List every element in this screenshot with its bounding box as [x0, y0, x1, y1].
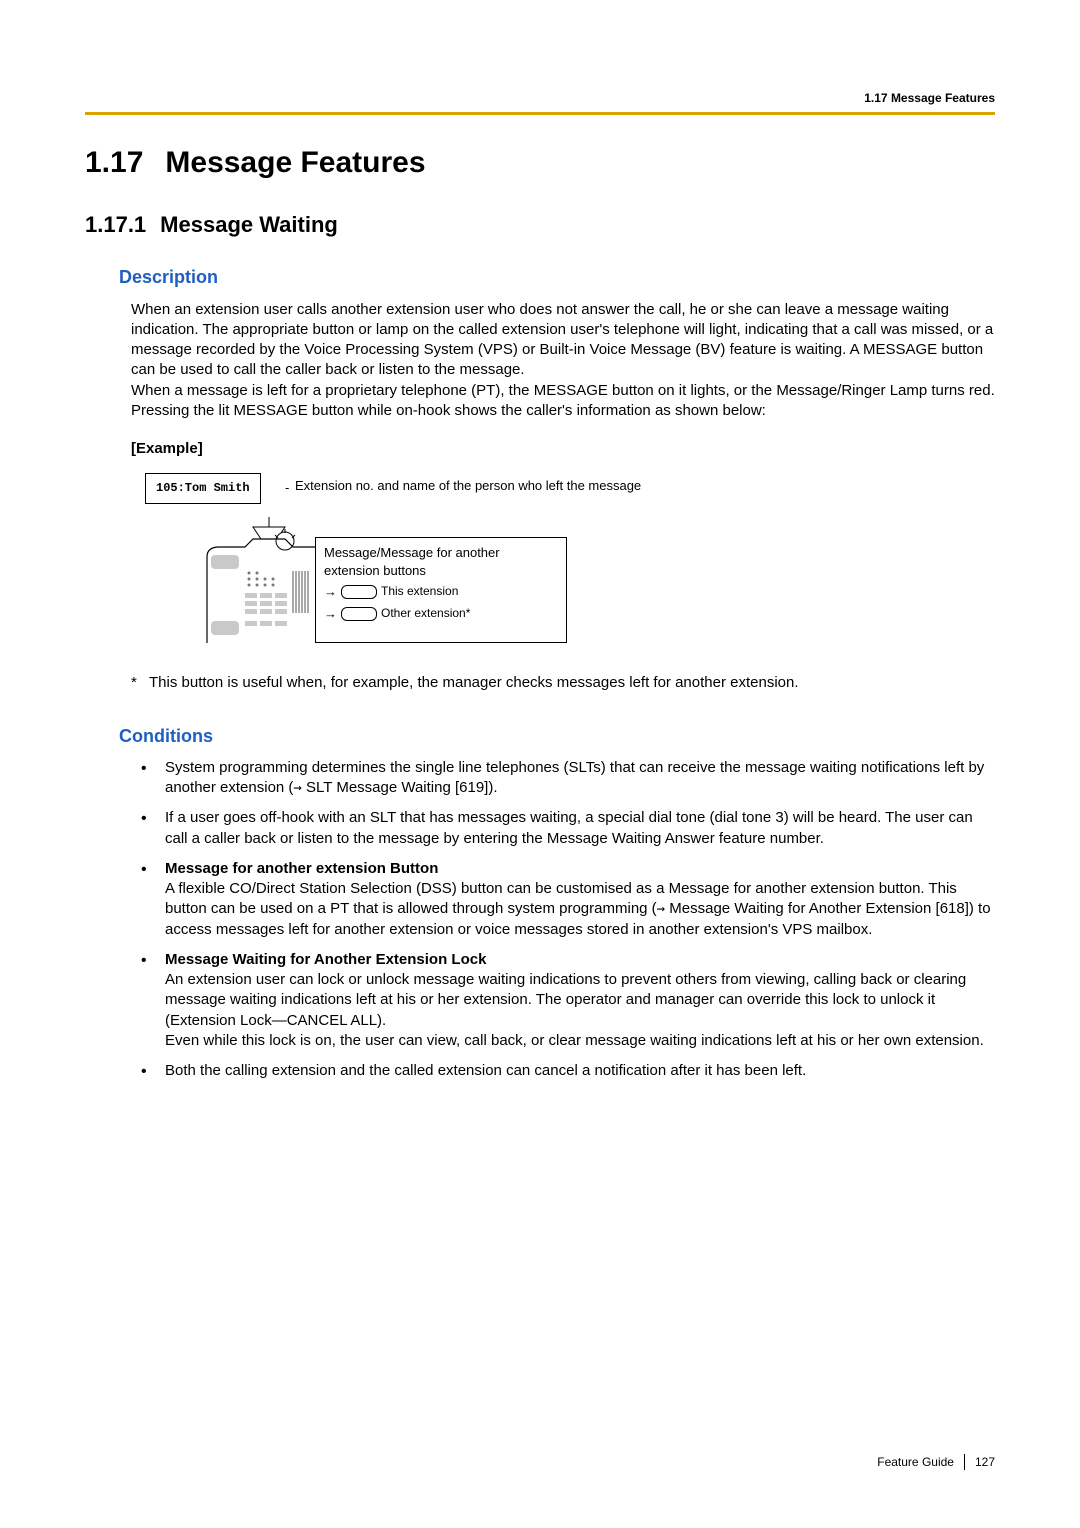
footer-guide-label: Feature Guide: [877, 1454, 954, 1470]
subsection-title: 1.17.1 Message Waiting: [85, 210, 995, 240]
subsection-text: Message Waiting: [160, 212, 338, 237]
manual-page: 1.17 Message Features 1.17 Message Featur…: [0, 0, 1080, 1528]
button-icon: [341, 585, 377, 599]
message-box-title: Message/Message for another extension bu…: [324, 544, 558, 579]
condition-item: Message for another extension Button A f…: [131, 859, 995, 940]
condition-subtitle: Message for another extension Button: [165, 860, 438, 877]
this-extension-row: → This extension: [324, 582, 558, 602]
arrow-icon: →: [324, 605, 337, 623]
other-extension-label: Other extension*: [381, 605, 470, 621]
condition-item: If a user goes off-hook with an SLT that…: [131, 808, 995, 849]
diagram-footnote: * This button is useful when, for exampl…: [131, 673, 995, 693]
condition-text: System programming determines the single…: [165, 759, 984, 796]
lcd-display-box: 105:Tom Smith: [145, 473, 261, 503]
condition-text: Both the calling extension and the calle…: [165, 1062, 806, 1079]
this-extension-label: This extension: [381, 583, 458, 599]
condition-item: System programming determines the single…: [131, 758, 995, 799]
subsection-number: 1.17.1: [85, 212, 146, 237]
lcd-description: Extension no. and name of the person who…: [295, 477, 641, 495]
conditions-list: System programming determines the single…: [131, 758, 995, 1082]
header-rule: [85, 112, 995, 115]
arrow-icon: →: [293, 779, 301, 798]
condition-text: An extension user can lock or unlock mes…: [165, 971, 984, 1049]
condition-text: SLT Message Waiting [619]).: [302, 779, 498, 796]
condition-item: Message Waiting for Another Extension Lo…: [131, 950, 995, 1051]
footer-separator: [964, 1454, 965, 1470]
section-text: Message Features: [165, 146, 425, 179]
footnote-star: *: [131, 673, 149, 693]
description-heading: Description: [119, 265, 995, 289]
section-title: 1.17 Message Features: [85, 143, 995, 184]
condition-text: If a user goes off-hook with an SLT that…: [165, 809, 973, 846]
arrow-icon: →: [657, 900, 665, 919]
condition-item: Both the calling extension and the calle…: [131, 1061, 995, 1081]
conditions-heading: Conditions: [119, 724, 995, 748]
page-footer: Feature Guide 127: [877, 1454, 995, 1470]
callout-dash: -: [285, 479, 289, 497]
condition-subtitle: Message Waiting for Another Extension Lo…: [165, 951, 486, 968]
section-number: 1.17: [85, 146, 143, 179]
message-button-box: Message/Message for another extension bu…: [315, 537, 567, 643]
button-icon: [341, 607, 377, 621]
arrow-icon: →: [324, 583, 337, 601]
footer-page-number: 127: [975, 1454, 995, 1470]
footnote-text: This button is useful when, for example,…: [149, 673, 799, 693]
running-head: 1.17 Message Features: [85, 90, 995, 106]
other-extension-row: → Other extension*: [324, 604, 558, 624]
example-label: [Example]: [131, 439, 995, 459]
example-diagram: 105:Tom Smith - Extension no. and name o…: [131, 467, 851, 655]
description-body: When an extension user calls another ext…: [131, 300, 995, 422]
